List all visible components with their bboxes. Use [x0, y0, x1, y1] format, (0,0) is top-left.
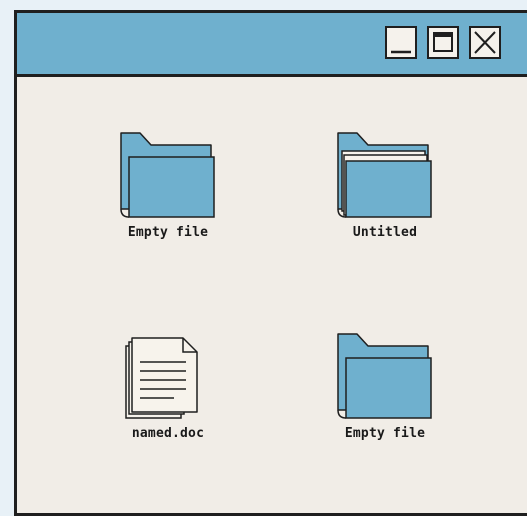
folder-icon [337, 333, 432, 419]
item-label: Empty file [127, 225, 209, 240]
item-label: Untitled [352, 225, 418, 240]
maximize-icon [433, 32, 453, 52]
minimize-button[interactable] [385, 26, 417, 59]
folder-with-papers-icon [337, 132, 432, 218]
desktop-item-empty-file[interactable]: Empty file [305, 332, 465, 462]
file-manager-window: Empty file Untitled named.doc Empty file [14, 10, 527, 516]
desktop-item-empty-file[interactable]: Empty file [88, 131, 248, 261]
close-button[interactable] [469, 26, 501, 59]
folder-icon [120, 132, 215, 218]
close-icon [474, 31, 496, 54]
document-icon [125, 337, 198, 419]
item-label: Empty file [344, 426, 426, 441]
item-label: named.doc [131, 426, 205, 441]
maximize-button[interactable] [427, 26, 459, 59]
minimize-icon [391, 50, 411, 54]
desktop-item-named-doc[interactable]: named.doc [88, 332, 248, 462]
window-titlebar[interactable] [17, 13, 527, 77]
desktop-item-untitled[interactable]: Untitled [305, 131, 465, 261]
